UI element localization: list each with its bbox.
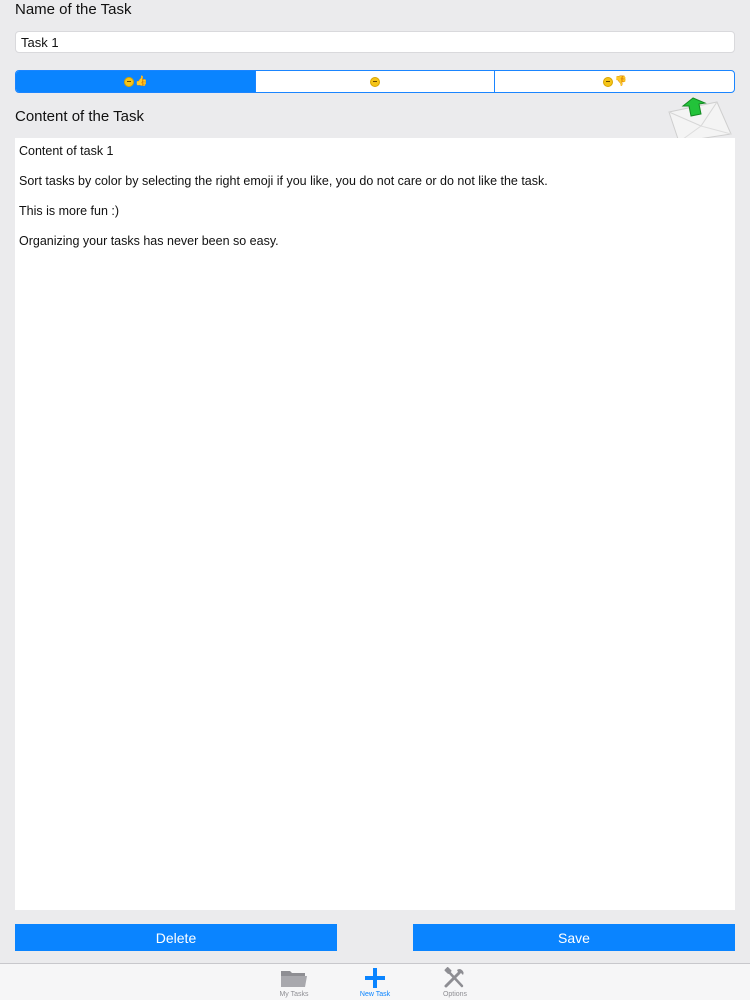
thumbs-up-icon: 👍 <box>135 75 148 87</box>
unamused-face-icon <box>603 76 614 87</box>
task-content-textarea[interactable]: Content of task 1 Sort tasks by color by… <box>15 138 735 910</box>
smiley-face-icon <box>124 76 135 87</box>
delete-button[interactable]: Delete <box>15 924 337 951</box>
tools-icon <box>440 966 470 990</box>
task-content-label: Content of the Task <box>15 108 144 125</box>
tab-label: New Task <box>359 991 391 998</box>
new-task-screen: Name of the Task 👍 👎 Content of the Task… <box>0 0 750 1000</box>
segment-neutral[interactable] <box>256 71 496 92</box>
tab-options[interactable]: Options <box>423 964 487 1000</box>
content-line: Organizing your tasks has never been so … <box>19 234 279 248</box>
tab-label: My Tasks <box>279 991 309 998</box>
content-line: Content of task 1 <box>19 144 114 158</box>
segment-dislike[interactable]: 👎 <box>495 71 734 92</box>
content-line: Sort tasks by color by selecting the rig… <box>19 174 548 188</box>
save-button[interactable]: Save <box>413 924 735 951</box>
task-name-label: Name of the Task <box>15 1 132 18</box>
tab-my-tasks[interactable]: My Tasks <box>262 964 326 1000</box>
folder-icon <box>279 966 309 990</box>
send-envelope-icon[interactable] <box>665 96 735 144</box>
tab-new-task[interactable]: New Task <box>343 964 407 1000</box>
thumbs-down-icon: 👎 <box>614 75 627 87</box>
tab-label: Options <box>442 991 468 998</box>
tab-bar: My Tasks New Task Options <box>0 963 750 1000</box>
mood-segmented-control: 👍 👎 <box>15 70 735 93</box>
task-name-input[interactable] <box>15 31 735 53</box>
segment-like[interactable]: 👍 <box>16 71 256 92</box>
plus-icon <box>360 966 390 990</box>
content-line: This is more fun :) <box>19 204 120 218</box>
neutral-face-icon <box>370 76 380 87</box>
